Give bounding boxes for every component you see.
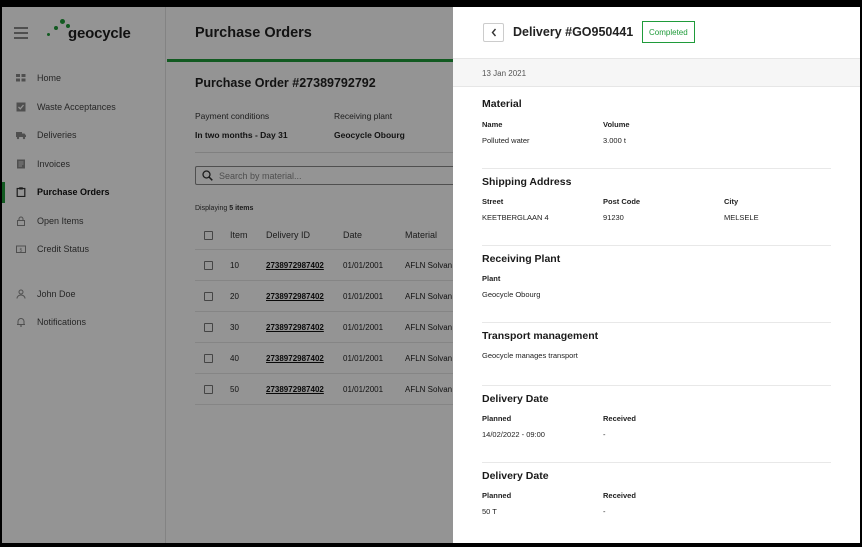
chevron-left-icon (491, 28, 496, 37)
field-value: Geocycle Obourg (482, 290, 541, 299)
shipping-address-section: Shipping Address Street KEETBERGLAAN 4 P… (482, 176, 831, 246)
section-title: Transport management (482, 330, 599, 342)
field-label: Received (603, 414, 636, 423)
drawer-header: Delivery #GO950441 Completed (453, 7, 860, 59)
street-field: Street KEETBERGLAAN 4 (482, 197, 549, 222)
section-title: Receiving Plant (482, 253, 561, 265)
field-value: 3.000 t (603, 136, 626, 145)
material-name-field: Name Polluted water (482, 120, 530, 145)
delivery-date-band: 13 Jan 2021 (453, 59, 860, 87)
planned-field: Planned 50 T (482, 491, 511, 516)
app-window: geocycle Home Waste Acceptances Deliveri… (2, 7, 860, 543)
receiving-plant-section: Receiving Plant Plant Geocycle Obourg (482, 253, 831, 323)
field-value: 50 T (482, 507, 497, 516)
plant-field: Plant Geocycle Obourg (482, 274, 540, 299)
planned-field: Planned 14/02/2022 - 09:00 (482, 414, 545, 439)
field-label: Post Code (603, 197, 641, 206)
field-label: Planned (482, 414, 512, 423)
received-field: Received - (603, 491, 636, 516)
transport-text: Geocycle manages transport (482, 351, 578, 360)
section-title: Delivery Date (482, 470, 549, 482)
field-value: - (603, 430, 606, 439)
section-title: Delivery Date (482, 393, 549, 405)
material-volume-field: Volume 3.000 t (603, 120, 630, 145)
field-label: Plant (482, 274, 501, 283)
status-badge: Completed (642, 21, 695, 43)
delivery-detail-drawer: Delivery #GO950441 Completed 13 Jan 2021… (453, 7, 860, 543)
back-button[interactable] (483, 23, 504, 42)
field-label: Street (482, 197, 504, 206)
received-field: Received - (603, 414, 636, 439)
section-title: Material (482, 98, 522, 110)
delivery-date: 13 Jan 2021 (482, 69, 527, 78)
field-value: - (603, 507, 606, 516)
delivery-date-section-2: Delivery Date Planned 50 T Received - (482, 470, 831, 530)
field-label: Planned (482, 491, 512, 500)
transport-management-section: Transport management Geocycle manages tr… (482, 330, 831, 386)
field-value: Polluted water (482, 136, 530, 145)
post-code-field: Post Code 91230 (603, 197, 640, 222)
delivery-date-section: Delivery Date Planned 14/02/2022 - 09:00… (482, 393, 831, 463)
field-label: Name (482, 120, 503, 129)
field-label: Volume (603, 120, 630, 129)
delivery-title: Delivery #GO950441 (513, 25, 634, 39)
field-value: MELSELE (724, 213, 759, 222)
field-label: Received (603, 491, 636, 500)
field-value: KEETBERGLAAN 4 (482, 213, 549, 222)
material-section: Material Name Polluted water Volume 3.00… (482, 98, 831, 169)
city-field: City MELSELE (724, 197, 759, 222)
field-value: 14/02/2022 - 09:00 (482, 430, 545, 439)
section-title: Shipping Address (482, 176, 572, 188)
field-value: 91230 (603, 213, 624, 222)
field-label: City (724, 197, 739, 206)
transport-field: Geocycle manages transport (482, 351, 578, 360)
